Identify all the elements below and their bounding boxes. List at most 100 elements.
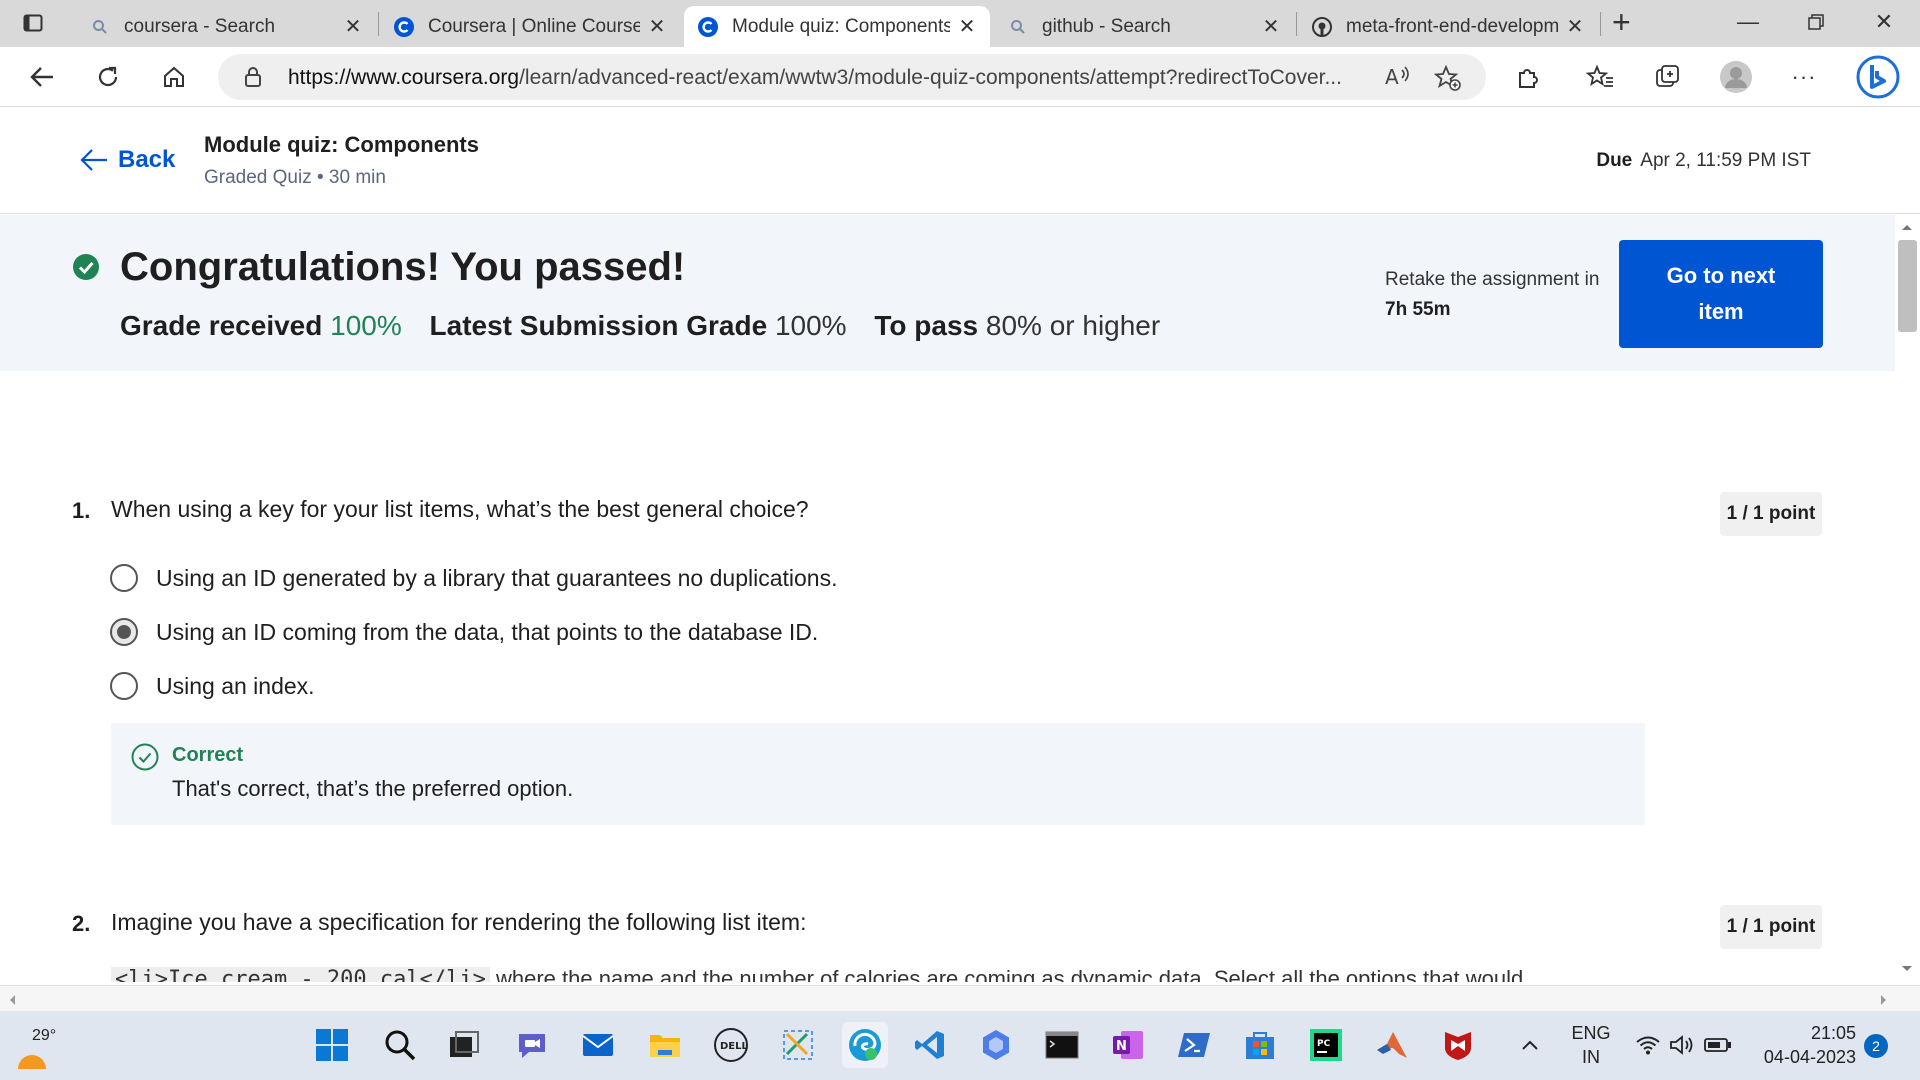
minimize-icon[interactable]: — [1734, 8, 1762, 36]
back-label: Back [118, 146, 176, 173]
question-code-line: <li>Ice cream - 200 cal</li> where the n… [111, 966, 1523, 982]
chevron-up-icon[interactable] [1510, 1025, 1550, 1065]
scroll-down-icon[interactable] [1901, 965, 1913, 973]
bing-chat-icon[interactable] [1856, 55, 1900, 99]
task-view-icon[interactable] [444, 1025, 484, 1065]
tab-title: coursera - Search [124, 15, 276, 37]
mcafee-icon[interactable] [1438, 1025, 1478, 1065]
svg-text:N: N [1116, 1039, 1127, 1054]
retake-time: 7h 55m [1385, 299, 1451, 320]
onenote-icon[interactable]: N [1108, 1025, 1148, 1065]
radio-button[interactable] [110, 672, 138, 700]
scroll-left-icon[interactable] [8, 994, 16, 1006]
radio-button-selected[interactable] [110, 618, 138, 646]
favorites-icon[interactable] [1584, 61, 1616, 93]
question-number: 1. [72, 498, 91, 523]
start-icon[interactable] [312, 1025, 352, 1065]
coursera-icon [394, 16, 414, 37]
language-code: ENG [1571, 1023, 1611, 1043]
pycharm-icon[interactable]: PC [1306, 1025, 1346, 1065]
horizontal-scrollbar[interactable] [0, 985, 1920, 1011]
question-number: 2. [72, 911, 91, 936]
scrollbar-thumb[interactable] [1898, 240, 1917, 332]
close-window-icon[interactable]: ✕ [1870, 8, 1898, 36]
pass-label: To pass [874, 310, 979, 341]
clock-date: 04-04-2023 [1763, 1047, 1856, 1067]
terminal-icon[interactable] [1042, 1025, 1082, 1065]
quiz-subtitle: Graded Quiz • 30 min [204, 167, 386, 188]
github-icon [1312, 16, 1332, 37]
due-value: Apr 2, 11:59 PM IST [1640, 150, 1811, 171]
search-icon[interactable] [380, 1025, 420, 1065]
close-tab-icon[interactable]: ✕ [958, 14, 976, 39]
tab-actions-icon[interactable] [22, 12, 44, 34]
file-explorer-icon[interactable] [645, 1025, 685, 1065]
read-aloud-icon[interactable]: A [1384, 64, 1412, 95]
tab-separator [1600, 12, 1601, 36]
volume-icon[interactable] [1662, 1025, 1702, 1065]
tab-title: Module quiz: Components [732, 15, 950, 37]
teams-chat-icon[interactable] [512, 1025, 552, 1065]
windows-taskbar: 29° DELL N PC ENG IN 21:05 04-04-2023 2 [0, 1011, 1920, 1080]
feedback-message: That's correct, that’s the preferred opt… [172, 776, 574, 801]
notification-badge[interactable]: 2 [1864, 1034, 1888, 1058]
extensions-icon[interactable] [1512, 61, 1544, 93]
home-icon[interactable] [158, 61, 190, 93]
grade-value: 100% [330, 310, 402, 341]
tab-module-quiz[interactable]: Module quiz: Components ✕ [684, 6, 990, 47]
scroll-up-icon[interactable] [1901, 223, 1913, 231]
close-tab-icon[interactable]: ✕ [1566, 14, 1584, 39]
tab-separator [378, 12, 379, 36]
coursera-icon [698, 16, 718, 37]
scroll-right-icon[interactable] [1880, 994, 1888, 1006]
add-favorite-icon[interactable] [1433, 64, 1462, 97]
more-options-icon[interactable]: ··· [1788, 61, 1820, 93]
language-indicator[interactable]: ENG IN [1566, 1021, 1616, 1069]
temperature: 29° [32, 1027, 57, 1044]
restore-icon[interactable] [1802, 8, 1830, 36]
mail-icon[interactable] [578, 1025, 618, 1065]
answer-option-selected[interactable]: Using an ID coming from the data, that p… [110, 618, 818, 646]
refresh-icon[interactable] [92, 61, 124, 93]
weather-widget[interactable]: 29° [14, 1019, 74, 1075]
url-input[interactable]: https://www.coursera.org/learn/advanced-… [218, 54, 1486, 100]
battery-icon[interactable] [1698, 1025, 1738, 1065]
edge-browser-icon[interactable] [842, 1022, 888, 1068]
close-tab-icon[interactable]: ✕ [648, 14, 666, 39]
tab-github-repo[interactable]: meta-front-end-developm ✕ [1298, 6, 1598, 47]
close-tab-icon[interactable]: ✕ [1262, 14, 1280, 39]
clock[interactable]: 21:05 04-04-2023 [1746, 1021, 1856, 1069]
back-link[interactable]: Back [80, 146, 175, 174]
arrow-left-icon [80, 149, 107, 171]
power-automate-icon[interactable] [976, 1025, 1016, 1065]
retake-label: Retake the assignment in [1385, 269, 1600, 290]
snip-tool-icon[interactable] [778, 1025, 818, 1065]
feedback-label: Correct [172, 744, 244, 766]
latest-grade-value: 100% [774, 310, 847, 341]
tab-github-search[interactable]: github - Search ✕ [994, 6, 1294, 47]
answer-option[interactable]: Using an index. [110, 672, 315, 700]
result-banner: Congratulations! You passed! Grade recei… [0, 215, 1895, 371]
lock-icon[interactable] [244, 66, 262, 93]
due-label: Due [1596, 150, 1633, 171]
pass-headline: Congratulations! You passed! [120, 245, 686, 289]
powershell-icon[interactable] [1174, 1025, 1214, 1065]
close-tab-icon[interactable]: ✕ [344, 14, 362, 39]
tab-coursera-search[interactable]: coursera - Search ✕ [76, 6, 376, 47]
radio-button[interactable] [110, 564, 138, 592]
back-arrow-icon[interactable] [26, 61, 58, 93]
dell-icon[interactable]: DELL [711, 1025, 751, 1065]
next-item-button[interactable]: Go to next item [1619, 240, 1823, 348]
check-circle-outline-icon [131, 743, 159, 776]
matlab-icon[interactable] [1372, 1025, 1412, 1065]
pass-value: 80% or higher [985, 310, 1161, 341]
microsoft-store-icon[interactable] [1240, 1025, 1280, 1065]
new-tab-button[interactable]: + [1612, 4, 1631, 41]
question-continuation: where the name and the number of calorie… [496, 966, 1524, 982]
vscode-icon[interactable] [910, 1025, 950, 1065]
collections-icon[interactable] [1652, 61, 1684, 93]
profile-avatar[interactable] [1720, 61, 1752, 93]
answer-option[interactable]: Using an ID generated by a library that … [110, 564, 837, 592]
tab-coursera-online[interactable]: Coursera | Online Courses ✕ [380, 6, 680, 47]
due-date: Due Apr 2, 11:59 PM IST [1596, 150, 1811, 172]
